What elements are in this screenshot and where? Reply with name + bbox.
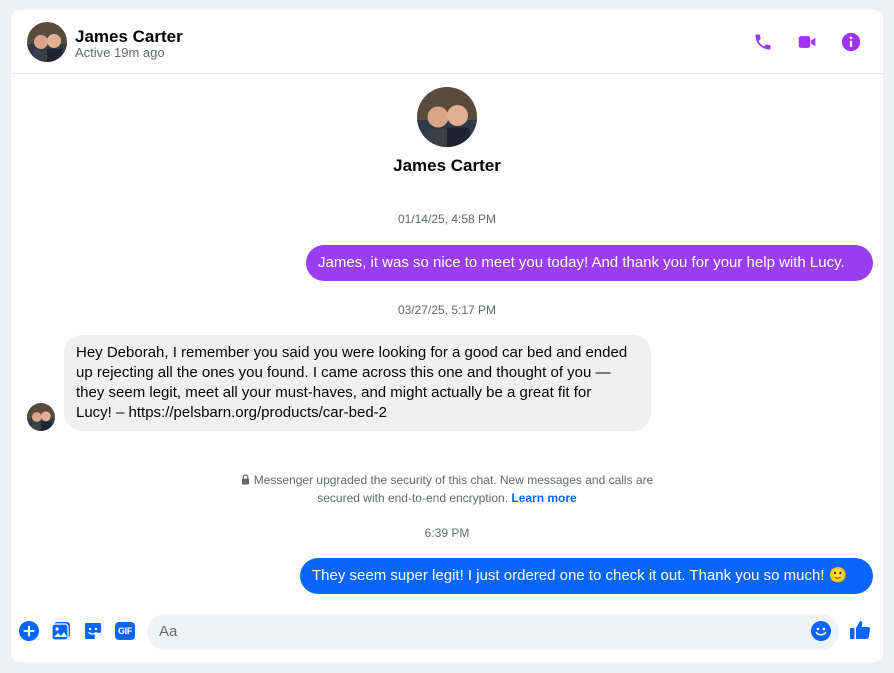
sender-avatar[interactable] xyxy=(27,403,55,431)
contact-name[interactable]: James Carter xyxy=(75,27,183,47)
encryption-notice: Messenger upgraded the security of this … xyxy=(11,471,883,507)
thumbs-up-icon xyxy=(850,621,871,640)
chat-header: James Carter Active 19m ago xyxy=(11,10,883,74)
video-call-button[interactable] xyxy=(795,30,819,54)
info-icon xyxy=(841,32,861,52)
message-input[interactable]: Aa xyxy=(147,614,839,650)
gif-label: GIF xyxy=(117,626,133,636)
emoji-button[interactable] xyxy=(810,620,832,642)
encryption-notice-line1: Messenger upgraded the security of this … xyxy=(253,473,654,487)
sticker-button[interactable] xyxy=(82,620,104,642)
emoji-icon xyxy=(811,621,831,641)
sticker-icon xyxy=(85,623,101,639)
header-avatar[interactable] xyxy=(27,22,67,62)
learn-more-link[interactable]: Learn more xyxy=(511,491,576,505)
conversation-info-button[interactable] xyxy=(839,30,863,54)
message-line: Hey Deborah, I remember you said you wer… xyxy=(76,344,628,361)
attach-photo-button[interactable] xyxy=(50,620,72,642)
message-composer: GIF Aa xyxy=(11,610,883,652)
message-timestamp: 03/27/25, 5:17 PM xyxy=(397,303,497,317)
profile-avatar[interactable] xyxy=(417,87,477,147)
message-line: Lucy! – https://pelsbarn.org/products/ca… xyxy=(76,404,388,421)
chat-window: James Carter Active 19m ago James Carter… xyxy=(11,10,883,662)
message-timestamp: 6:39 PM xyxy=(424,526,470,540)
outgoing-message[interactable]: James, it was so nice to meet you today!… xyxy=(306,245,873,281)
message-line: they seem legit, meet all your must-have… xyxy=(76,384,592,401)
video-camera-icon xyxy=(798,36,816,48)
encryption-notice-line2: secured with end-to-end encryption. xyxy=(317,491,509,505)
photo-icon xyxy=(51,622,70,641)
gif-button[interactable]: GIF xyxy=(114,620,136,642)
message-line: up rejecting all the ones you found. I c… xyxy=(76,364,611,381)
incoming-message[interactable]: Hey Deborah, I remember you said you wer… xyxy=(64,335,651,431)
message-text: They seem super legit! I just ordered on… xyxy=(312,567,848,584)
active-status: Active 19m ago xyxy=(75,45,165,60)
message-timestamp: 01/14/25, 4:58 PM xyxy=(397,212,497,226)
more-actions-button[interactable] xyxy=(18,620,40,642)
message-text: James, it was so nice to meet you today!… xyxy=(318,254,845,271)
phone-icon xyxy=(755,34,771,50)
like-button[interactable] xyxy=(849,619,871,641)
audio-call-button[interactable] xyxy=(751,30,775,54)
lock-icon xyxy=(241,474,249,485)
outgoing-message[interactable]: They seem super legit! I just ordered on… xyxy=(300,558,873,594)
profile-name: James Carter xyxy=(393,156,501,175)
plus-icon xyxy=(19,621,39,641)
